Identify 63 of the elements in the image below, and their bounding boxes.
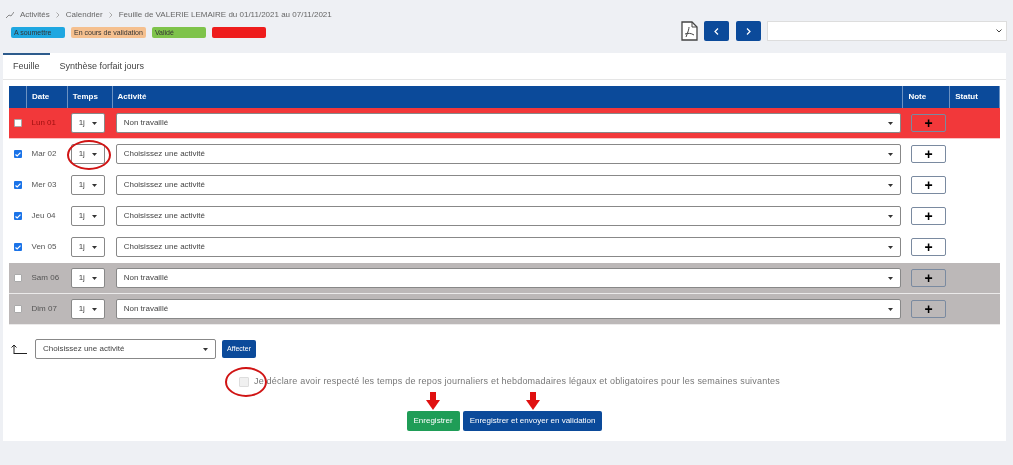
activity-select[interactable]: Choisissez une activité: [115, 206, 901, 226]
row-checkbox[interactable]: [13, 305, 22, 313]
activity-select[interactable]: Choisissez une activité: [35, 339, 216, 359]
breadcrumb-item: Feuille de VALERIE LEMAIRE du 01/11/2021 au 07/11/2021: [118, 9, 332, 21]
activity-select[interactable]: Non travaillé: [115, 113, 901, 133]
date-cell: Mar 02: [31, 148, 57, 160]
caret-icon: [887, 121, 893, 125]
date-cell: Lun 01: [31, 117, 56, 129]
add-note-button[interactable]: +: [911, 269, 946, 287]
declaration-checkbox[interactable]: [238, 376, 249, 387]
caret-icon: [887, 276, 893, 280]
caret-icon: [91, 121, 97, 125]
breadcrumb-item[interactable]: Calendrier: [65, 9, 103, 21]
add-note-button[interactable]: +: [911, 207, 946, 225]
caret-icon: [91, 183, 97, 187]
row-checkbox[interactable]: [13, 119, 22, 127]
date-cell: Sam 06: [31, 272, 60, 284]
separator-icon: [55, 12, 60, 18]
row-checkbox[interactable]: [13, 274, 22, 282]
add-note-button[interactable]: +: [911, 300, 946, 318]
pdf-icon[interactable]: [681, 21, 698, 41]
caret-icon: [91, 152, 97, 156]
add-note-button[interactable]: +: [911, 114, 946, 132]
caret-icon: [887, 152, 893, 156]
time-select[interactable]: 1j: [70, 113, 105, 133]
add-note-button[interactable]: +: [911, 145, 946, 163]
date-cell: Ven 05: [31, 241, 57, 253]
declaration-text: Je déclare avoir respecté les temps de repos journaliers et hebdomadaires légaux et obligatoires pour les semaines suivantes: [253, 375, 781, 388]
caret-icon: [887, 307, 893, 311]
time-select[interactable]: 1j: [70, 144, 105, 164]
date-cell: Dim 07: [31, 303, 57, 315]
save-and-send-button[interactable]: Enregistrer et envoyer en validation: [462, 410, 603, 431]
caret-icon: [887, 214, 893, 218]
activity-select[interactable]: Choisissez une activité: [115, 175, 901, 195]
time-select[interactable]: 1j: [70, 206, 105, 226]
chevron-left-icon: [714, 27, 719, 35]
time-select[interactable]: 1j: [70, 268, 105, 288]
caret-icon: [91, 307, 97, 311]
activity-select[interactable]: Non travaillé: [115, 268, 901, 288]
time-select[interactable]: 1j: [70, 237, 105, 257]
previous-button[interactable]: [704, 21, 729, 41]
separator-icon: [108, 12, 113, 18]
activity-select[interactable]: Non travaillé: [115, 299, 901, 319]
add-note-button[interactable]: +: [911, 176, 946, 194]
time-select[interactable]: 1j: [70, 175, 105, 195]
caret-icon: [91, 276, 97, 280]
date-cell: Mer 03: [31, 179, 57, 191]
activity-select[interactable]: Choisissez une activité: [115, 144, 901, 164]
caret-icon: [91, 245, 97, 249]
date-cell: Jeu 04: [31, 210, 56, 222]
activity-select[interactable]: Choisissez une activité: [115, 237, 901, 257]
chevron-down-icon: [996, 29, 1002, 33]
caret-icon: [887, 245, 893, 249]
arrow-up-icon: [11, 344, 27, 354]
caret-icon: [203, 347, 208, 351]
time-select[interactable]: 1j: [70, 299, 105, 319]
chevron-right-icon: [746, 27, 751, 35]
chart-icon: [6, 12, 14, 18]
next-button[interactable]: [736, 21, 761, 41]
breadcrumb-item[interactable]: Activités: [20, 9, 50, 21]
add-note-button[interactable]: +: [911, 238, 946, 256]
caret-icon: [887, 183, 893, 187]
caret-icon: [91, 214, 97, 218]
